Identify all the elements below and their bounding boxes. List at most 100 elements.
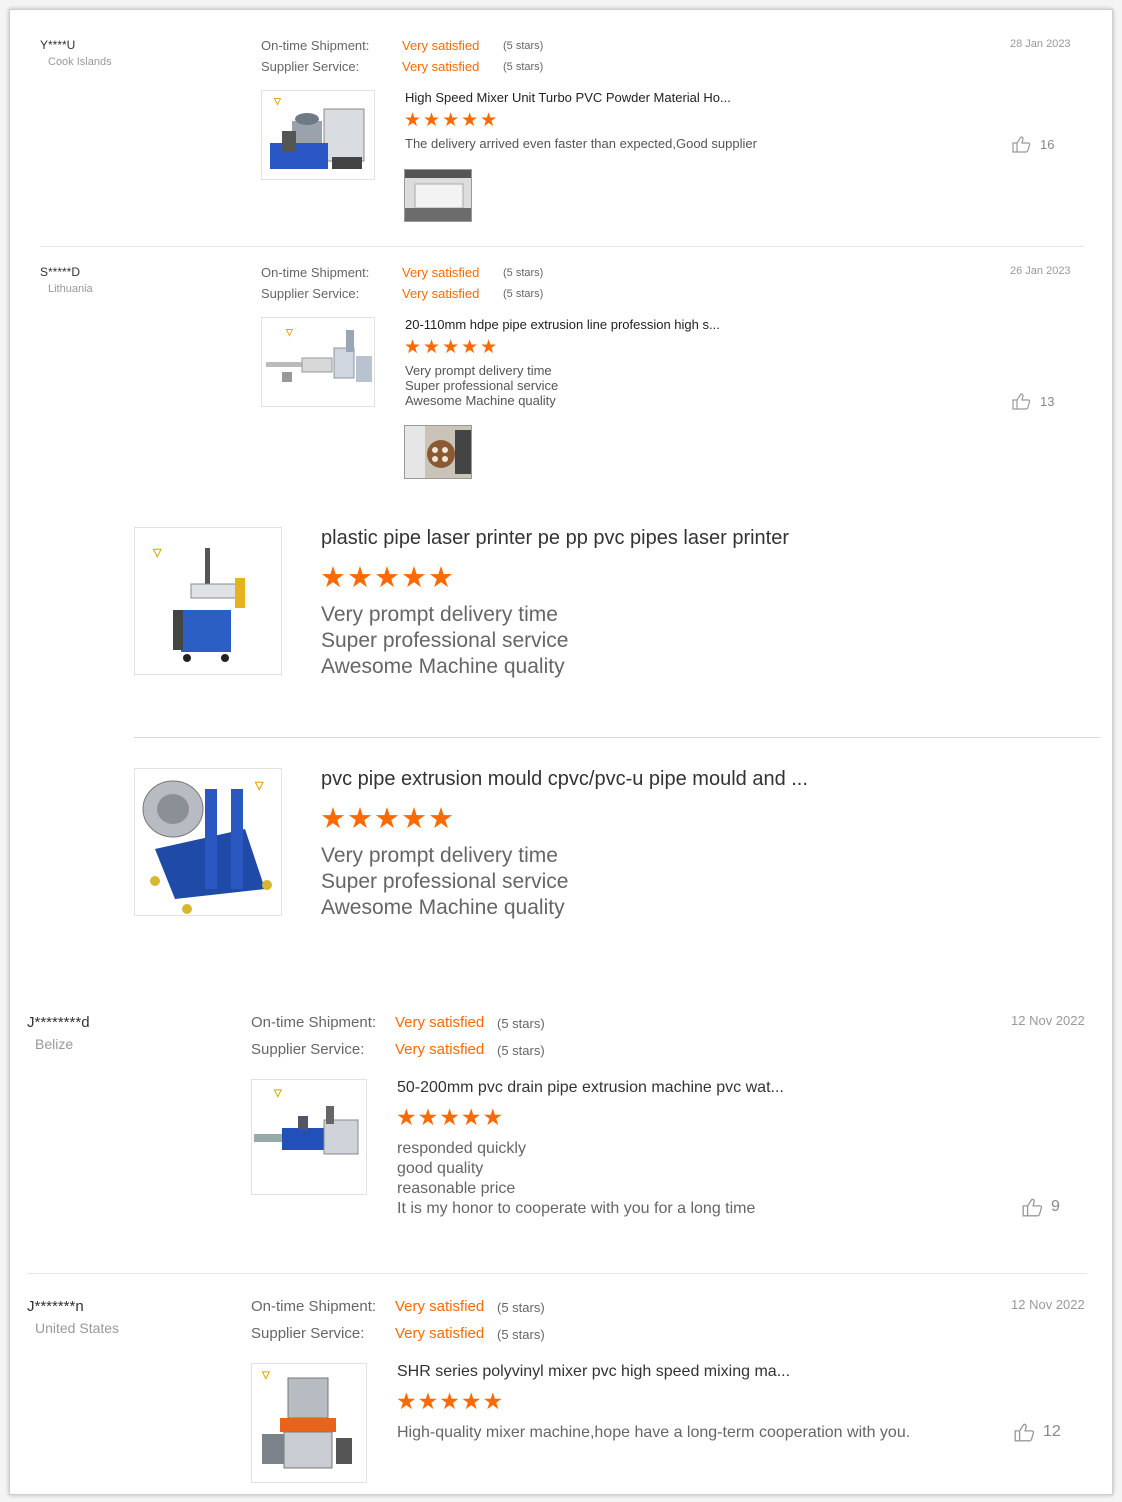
extrusion-line-icon xyxy=(266,330,372,382)
like-button[interactable]: 16 xyxy=(1011,135,1054,153)
divider xyxy=(40,246,1084,247)
divider xyxy=(27,1273,1087,1274)
service-rating: Very satisfied xyxy=(402,59,480,74)
review-line: Super professional service xyxy=(321,629,569,652)
review-line: responded quickly xyxy=(397,1140,526,1157)
shipment-rating: Very satisfied xyxy=(402,265,480,280)
thumbs-up-icon xyxy=(1012,393,1031,410)
extrusion-machine-icon xyxy=(254,1106,359,1155)
customer-photo[interactable] xyxy=(404,425,472,479)
rating-stars: ★★★★★ xyxy=(404,337,500,358)
reviewer-country: Belize xyxy=(35,1036,74,1052)
review-line: reasonable price xyxy=(397,1180,516,1197)
shipment-stars-text: (5 stars) xyxy=(497,1016,545,1031)
product-image[interactable]: ▽ xyxy=(261,90,375,180)
reviewer-name: S*****D xyxy=(40,265,81,279)
like-count: 12 xyxy=(1043,1423,1061,1440)
review-line: Very prompt delivery time xyxy=(321,844,558,867)
review-line: Super professional service xyxy=(405,378,559,393)
reviewer-name: J********d xyxy=(27,1014,90,1031)
product-title[interactable]: High Speed Mixer Unit Turbo PVC Powder M… xyxy=(405,90,731,105)
review-line: Awesome Machine quality xyxy=(321,896,565,919)
reviewer-name: J*******n xyxy=(27,1298,84,1315)
thumbs-up-icon xyxy=(1014,1423,1035,1442)
product-title[interactable]: 20-110mm hdpe pipe extrusion line profes… xyxy=(405,317,720,332)
divider xyxy=(134,737,1100,738)
rating-stars: ★★★★★ xyxy=(396,1388,505,1414)
review-date: 28 Jan 2023 xyxy=(1010,38,1071,50)
review-line: It is my honor to cooperate with you for… xyxy=(397,1200,756,1217)
review-date: 12 Nov 2022 xyxy=(1011,1297,1085,1312)
review-line: Very prompt delivery time xyxy=(405,363,552,378)
shipment-stars-text: (5 stars) xyxy=(503,267,544,279)
service-label: Supplier Service: xyxy=(261,59,360,74)
shipment-rating: Very satisfied xyxy=(402,38,480,53)
review-text: Very prompt delivery time Super professi… xyxy=(321,843,568,921)
review-line: Very prompt delivery time xyxy=(321,603,558,626)
service-stars-text: (5 stars) xyxy=(497,1043,545,1058)
rating-stars: ★★★★★ xyxy=(396,1104,505,1130)
review-line: good quality xyxy=(397,1160,484,1177)
like-button[interactable]: 13 xyxy=(1011,392,1054,410)
reviewer-country: United States xyxy=(35,1320,120,1336)
rating-stars: ★★★★★ xyxy=(320,803,455,835)
review-line: Awesome Machine quality xyxy=(321,655,565,678)
product-image[interactable]: ▽ xyxy=(251,1363,367,1483)
shipment-label: On-time Shipment: xyxy=(251,1298,377,1315)
service-label: Supplier Service: xyxy=(251,1041,365,1058)
shipment-rating: Very satisfied xyxy=(395,1298,485,1315)
brand-logo-icon: ▽ xyxy=(274,1088,282,1099)
mixer-machine-icon xyxy=(262,1377,352,1469)
customer-photo[interactable] xyxy=(404,169,472,222)
thumbs-up-icon xyxy=(1012,136,1031,153)
product-title[interactable]: plastic pipe laser printer pe pp pvc pip… xyxy=(321,527,789,550)
like-button[interactable]: 12 xyxy=(1013,1422,1061,1442)
service-stars-text: (5 stars) xyxy=(503,288,544,300)
product-image[interactable]: ▽ xyxy=(134,527,282,675)
brand-logo-icon: ▽ xyxy=(153,547,162,559)
review-line: High-quality mixer machine,hope have a l… xyxy=(397,1424,911,1441)
photo-thumbnail-icon xyxy=(405,170,471,221)
reviewer-country: Lithuania xyxy=(48,283,93,295)
rating-stars: ★★★★★ xyxy=(404,110,500,131)
rating-stars: ★★★★★ xyxy=(320,562,455,594)
service-stars-text: (5 stars) xyxy=(503,61,544,73)
service-rating: Very satisfied xyxy=(395,1041,485,1058)
review-line: The delivery arrived even faster than ex… xyxy=(405,136,757,151)
reviews-panel: Y****U Cook Islands On-time Shipment: Ve… xyxy=(9,9,1113,1495)
product-title[interactable]: 50-200mm pvc drain pipe extrusion machin… xyxy=(397,1079,784,1097)
thumbs-up-icon xyxy=(1022,1198,1043,1217)
review-text: responded quickly good quality reasonabl… xyxy=(397,1139,755,1219)
photo-thumbnail-icon xyxy=(405,426,471,478)
shipment-rating: Very satisfied xyxy=(395,1014,485,1031)
review-text: Very prompt delivery time Super professi… xyxy=(321,602,568,680)
review-text: The delivery arrived even faster than ex… xyxy=(405,136,757,151)
like-count: 13 xyxy=(1040,393,1055,409)
product-image[interactable]: ▽ xyxy=(261,317,375,407)
shipment-stars-text: (5 stars) xyxy=(497,1300,545,1315)
product-title[interactable]: pvc pipe extrusion mould cpvc/pvc-u pipe… xyxy=(321,768,808,791)
reviewer-country: Cook Islands xyxy=(48,56,112,68)
review-line: Super professional service xyxy=(321,870,569,893)
like-button[interactable]: 9 xyxy=(1021,1197,1060,1217)
reviewer-name: Y****U xyxy=(40,38,76,52)
service-label: Supplier Service: xyxy=(251,1325,365,1342)
shipment-stars-text: (5 stars) xyxy=(503,40,544,52)
product-title[interactable]: SHR series polyvinyl mixer pvc high spee… xyxy=(397,1363,790,1381)
review-text: Very prompt delivery time Super professi… xyxy=(405,363,558,408)
review-line: Awesome Machine quality xyxy=(405,393,556,408)
shipment-label: On-time Shipment: xyxy=(261,265,370,280)
product-image[interactable]: ▽ xyxy=(134,768,282,916)
service-rating: Very satisfied xyxy=(395,1325,485,1342)
like-count: 16 xyxy=(1040,136,1055,152)
brand-logo-icon: ▽ xyxy=(255,780,264,792)
review-date: 26 Jan 2023 xyxy=(1010,265,1071,277)
review-text: High-quality mixer machine,hope have a l… xyxy=(397,1423,910,1443)
brand-logo-icon: ▽ xyxy=(286,327,293,337)
product-image[interactable]: ▽ xyxy=(251,1079,367,1195)
service-label: Supplier Service: xyxy=(261,286,360,301)
shipment-label: On-time Shipment: xyxy=(251,1014,377,1031)
like-count: 9 xyxy=(1051,1198,1060,1215)
service-stars-text: (5 stars) xyxy=(497,1327,545,1342)
shipment-label: On-time Shipment: xyxy=(261,38,370,53)
